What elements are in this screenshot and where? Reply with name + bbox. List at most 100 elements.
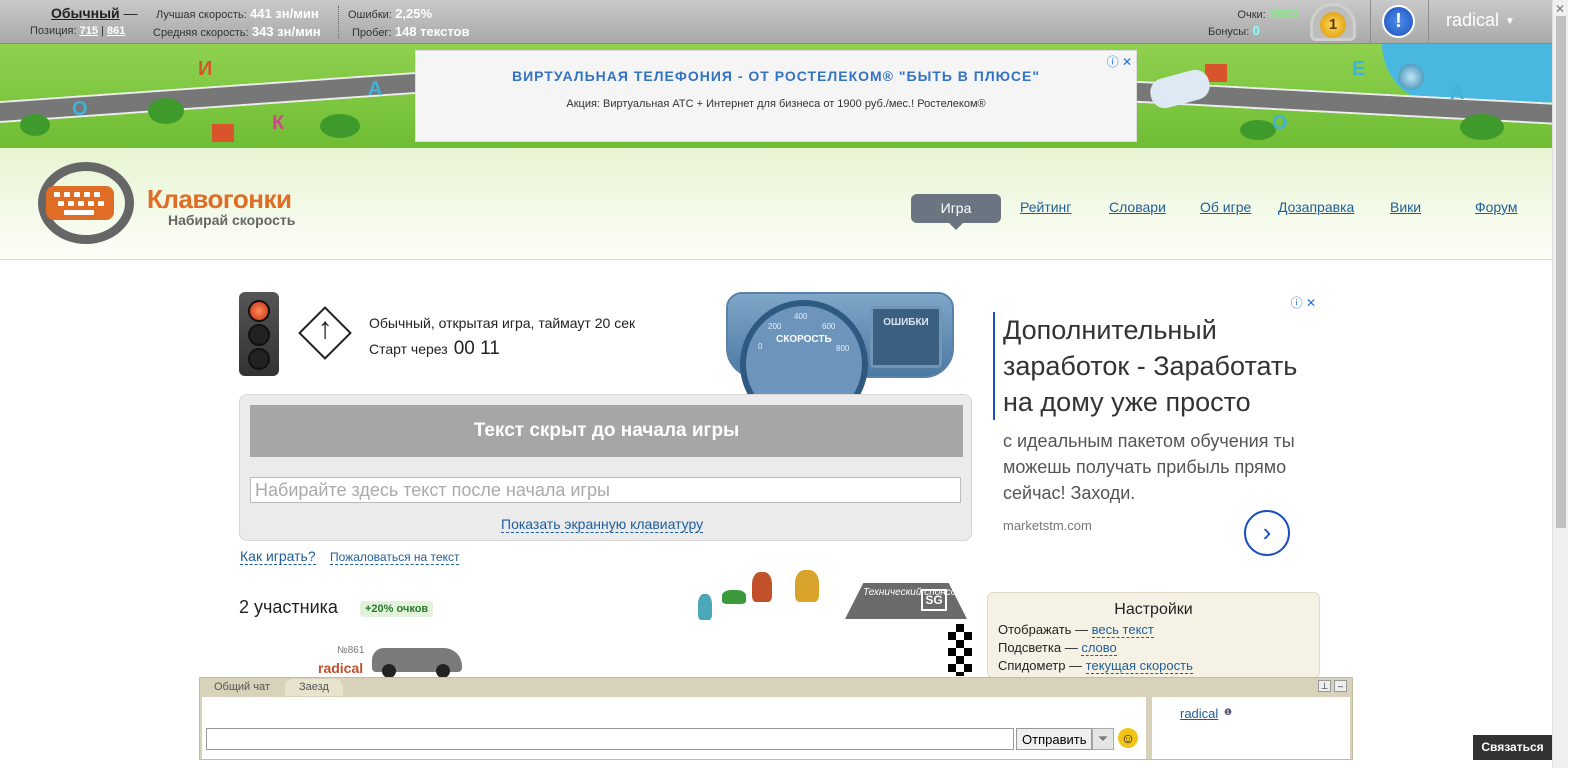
ad-body: с идеальным пакетом обучения ты можешь п… [1003, 431, 1295, 503]
ad-description: Акция: Виртуальная АТС + Интернет для би… [566, 98, 986, 110]
info-icon[interactable]: ❶ [1224, 707, 1232, 718]
settings-row: Спидометр — текущая скорость [998, 658, 1319, 674]
banner-letter: А [368, 78, 383, 100]
bonus-stat: Бонусы: 0 [1208, 23, 1272, 38]
page-scrollbar[interactable]: ✕ [1552, 0, 1568, 768]
character-icon [698, 594, 712, 620]
position-label: Позиция: [30, 25, 77, 37]
nav-about[interactable]: Об игре [1200, 199, 1251, 215]
balloon-decoration [1398, 64, 1424, 90]
settings-label: Отображать — [998, 622, 1089, 637]
mode-dash: — [123, 5, 138, 21]
turtle-icon [722, 590, 746, 604]
mileage-stat: Пробег: 148 текстов [352, 24, 469, 39]
bonus-value: 0 [1252, 23, 1260, 38]
sign-decoration [212, 124, 234, 142]
score-label: Очки: [1237, 9, 1266, 21]
nav-dictionaries[interactable]: Словари [1109, 199, 1166, 215]
how-to-play-link[interactable]: Как играть? [240, 548, 316, 565]
settings-speedometer-link[interactable]: текущая скорость [1085, 658, 1193, 674]
chat-panel: Общий чат Заезд ⊥ – Отправить ⏷ ☺ radica… [199, 677, 1353, 760]
tech-sponsor-sign[interactable]: Технический спонсор SG [845, 583, 967, 619]
close-icon[interactable]: ✕ [1555, 2, 1565, 16]
site-logo-text[interactable]: Клавогонки [147, 184, 292, 215]
ad-info-close-icon[interactable]: ⓘ ✕ [1291, 294, 1316, 311]
ad-headline[interactable]: Дополнительный заработок - Заработать на… [993, 312, 1308, 420]
score-stat: Очки: 2893 [1222, 6, 1298, 21]
user-menu[interactable]: radical ▼ [1446, 10, 1515, 31]
chat-input[interactable] [206, 728, 1014, 750]
typing-input[interactable] [250, 477, 961, 503]
pin-icon[interactable]: ⊥ [1318, 680, 1331, 692]
chat-user-list: radical ❶ [1152, 697, 1350, 759]
minimize-icon[interactable]: – [1334, 680, 1347, 692]
show-keyboard-link[interactable]: Показать экранную клавиатуру [501, 516, 704, 533]
mode-link[interactable]: Обычный [51, 5, 120, 21]
settings-label: Подсветка — [998, 640, 1078, 655]
banner-letter: О [1272, 112, 1288, 134]
top-ad-banner[interactable]: ⓘ ✕ ВИРТУАЛЬНАЯ ТЕЛЕФОНИЯ - ОТ РОСТЕЛЕКО… [415, 50, 1137, 142]
username: radical [1446, 10, 1500, 30]
chevron-right-icon[interactable]: › [1244, 510, 1290, 556]
errors-value: 2,25% [395, 6, 433, 21]
ad-info-close-icon[interactable]: ⓘ ✕ [1107, 53, 1132, 70]
banner-letter: О [72, 98, 88, 120]
smiley-icon[interactable]: ☺ [1118, 728, 1138, 748]
banner-letter: А [1450, 82, 1465, 104]
settings-display-link[interactable]: весь текст [1091, 622, 1154, 638]
racer-number: №861 [337, 645, 365, 656]
position-link-1[interactable]: 715 [80, 25, 98, 37]
filter-icon[interactable]: ⏷ [1092, 728, 1114, 750]
mileage-value: 148 текстов [394, 24, 470, 39]
ad-url[interactable]: marketstm.com [1003, 518, 1092, 533]
best-speed-label: Лучшая скорость: [156, 9, 247, 21]
finish-flag-icon [948, 624, 972, 676]
countdown-timer: 00 11 [453, 338, 500, 359]
notification-icon[interactable]: ! [1382, 5, 1415, 38]
tree-decoration [20, 114, 50, 136]
send-button[interactable]: Отправить [1016, 728, 1093, 750]
traffic-light-icon [239, 292, 279, 376]
road-decoration [0, 69, 451, 125]
level-badge[interactable]: 1 [1310, 3, 1356, 41]
red-light [248, 300, 270, 322]
stats-divider [338, 6, 339, 38]
settings-highlight-link[interactable]: слово [1081, 640, 1117, 656]
speed-label: СКОРОСТЬ [776, 334, 832, 345]
speedometer-dashboard: 0 200 400 600 800 СКОРОСТЬ ОШИБКИ [726, 292, 954, 428]
character-icon [752, 572, 772, 602]
car-icon [372, 648, 462, 678]
side-ad[interactable]: ⓘ ✕ Дополнительный заработок - Заработат… [990, 292, 1320, 562]
hidden-text-notice: Текст скрыт до начала игры [250, 405, 963, 457]
tree-decoration [320, 114, 360, 138]
complain-link[interactable]: Пожаловаться на текст [330, 550, 460, 565]
settings-label: Спидометр — [998, 658, 1083, 673]
nav-refuel[interactable]: Дозаправка [1278, 199, 1354, 215]
nav-rating[interactable]: Рейтинг [1020, 199, 1071, 215]
best-speed-value: 441 зн/мин [250, 6, 319, 21]
best-speed: Лучшая скорость: 441 зн/мин [156, 6, 319, 21]
tab-race-chat[interactable]: Заезд [285, 679, 343, 696]
errors-display: ОШИБКИ [870, 306, 942, 368]
bonus-badge: +20% очков [360, 601, 434, 617]
tab-general-chat[interactable]: Общий чат [200, 679, 284, 696]
nav-wiki[interactable]: Вики [1390, 199, 1421, 215]
chat-messages: Отправить ⏷ ☺ [202, 697, 1146, 759]
errors-stat: Ошибки: 2,25% [348, 6, 432, 21]
contact-button[interactable]: Связаться [1473, 735, 1552, 760]
nav-forum[interactable]: Форум [1475, 199, 1518, 215]
chat-user[interactable]: radical [1180, 706, 1218, 721]
game-info: Обычный, открытая игра, таймаут 20 сек [369, 315, 636, 331]
racer-name[interactable]: radical [318, 660, 363, 676]
level-coin-icon: 1 [1320, 12, 1346, 38]
chevron-down-icon: ▼ [1505, 15, 1515, 27]
position-link-2[interactable]: 861 [107, 25, 125, 37]
banner-letter: К [272, 112, 285, 134]
scrollbar-thumb[interactable] [1556, 16, 1566, 528]
typing-panel: Текст скрыт до начала игры Показать экра… [239, 394, 972, 541]
mileage-label: Пробег: [352, 27, 392, 39]
score-value: 2893 [1269, 6, 1298, 21]
nav-game[interactable]: Игра [911, 194, 1001, 230]
settings-title: Настройки [1114, 601, 1193, 618]
ad-title[interactable]: ВИРТУАЛЬНАЯ ТЕЛЕФОНИЯ - ОТ РОСТЕЛЕКОМ® "… [416, 68, 1136, 84]
